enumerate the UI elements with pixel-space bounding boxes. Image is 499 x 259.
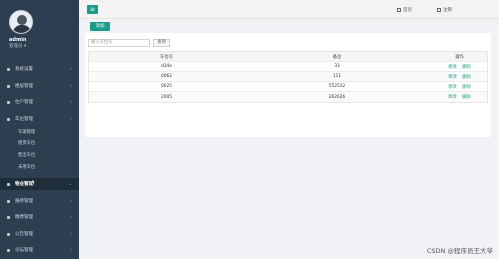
- chevron-left-icon: ‹: [70, 247, 72, 252]
- sidebar-item-label: 公告管理: [15, 232, 33, 237]
- sidebar-item-label: 楼层管理: [15, 84, 33, 89]
- main-content: 添加 输入车位号 查询 车位号 备注 操作 d34e 33 修改 删除 0062…: [79, 19, 499, 259]
- menu-icon: [7, 182, 10, 186]
- mouse-cursor-icon: [31, 179, 36, 186]
- edit-link[interactable]: 修改: [448, 65, 457, 70]
- sidebar-item-label: 论坛管理: [15, 248, 33, 253]
- sidebar-subitem-rented[interactable]: 租赁车位: [0, 138, 79, 148]
- add-button[interactable]: 添加: [90, 22, 110, 31]
- sidebar-item-parking[interactable]: 车位管理 ‹: [0, 113, 79, 125]
- query-button[interactable]: 查询: [153, 39, 170, 47]
- sidebar-item-repair[interactable]: 报修管理 ‹: [0, 195, 79, 207]
- menu-icon: [7, 232, 10, 236]
- cell-space-no: 0025: [161, 84, 172, 89]
- edit-link[interactable]: 修改: [448, 95, 457, 100]
- cell-actions: 修改 删除: [430, 94, 489, 100]
- cell-actions: 修改 删除: [430, 84, 489, 90]
- list-panel: 输入车位号 查询 车位号 备注 操作 d34e 33 修改 删除 0062 11…: [85, 33, 491, 137]
- chevron-left-icon: ‹: [70, 214, 72, 219]
- sidebar: admin 管理员 ▾ 系统设置 ‹ 楼层管理 ‹ 住户管理 ‹ 车位管理 ‹ …: [0, 0, 79, 259]
- table-row: 2005 262626 修改 删除: [89, 92, 487, 102]
- watermark: CSDN @程序员王大爷: [426, 247, 493, 255]
- menu-icon: [7, 199, 10, 203]
- chevron-left-icon: ‹: [70, 198, 72, 203]
- sidebar-subitem-unused[interactable]: 未用车位: [0, 162, 79, 172]
- sidebar-item-announcements[interactable]: 公告管理 ‹: [0, 228, 79, 240]
- search-input[interactable]: 输入车位号: [88, 39, 150, 47]
- cell-space-no: d34e: [161, 64, 172, 69]
- delete-link[interactable]: 删除: [462, 85, 471, 90]
- sidebar-subitem-vehicles[interactable]: 车辆管理: [0, 127, 79, 137]
- sidebar-item-property[interactable]: 物业管理 ⌄: [0, 178, 79, 190]
- chevron-left-icon: ‹: [70, 99, 72, 104]
- column-header: 操作: [455, 54, 464, 60]
- table-header: 车位号 备注 操作: [89, 52, 487, 62]
- column-header: 备注: [332, 54, 342, 60]
- sidebar-item-forum[interactable]: 论坛管理 ‹: [0, 244, 79, 256]
- delete-link[interactable]: 删除: [462, 75, 471, 80]
- chevron-left-icon: ‹: [70, 231, 72, 236]
- sidebar-item-payment[interactable]: 缴费管理 ‹: [0, 211, 79, 223]
- user-profile: admin 管理员 ▾: [0, 0, 79, 56]
- menu-icon: [7, 117, 10, 121]
- cell-actions: 修改 删除: [430, 74, 489, 80]
- home-icon: [397, 8, 401, 12]
- chevron-down-icon: ⌄: [68, 181, 72, 186]
- menu-icon: [7, 100, 10, 104]
- logout-icon: [437, 8, 441, 12]
- menu-toggle-button[interactable]: ≡: [87, 5, 98, 14]
- parking-table: 车位号 备注 操作 d34e 33 修改 删除 0062 111 修改 删除 0…: [88, 51, 488, 103]
- delete-link[interactable]: 删除: [462, 95, 471, 100]
- edit-link[interactable]: 修改: [448, 75, 457, 80]
- chevron-left-icon: ‹: [70, 83, 72, 88]
- sidebar-item-label: 报修管理: [15, 199, 33, 204]
- cell-actions: 修改 删除: [430, 64, 489, 70]
- table-row: 0062 111 修改 删除: [89, 72, 487, 82]
- top-bar: ≡ 首页 注销: [79, 0, 499, 19]
- chevron-left-icon: ‹: [70, 66, 72, 71]
- logout-link[interactable]: 注销: [437, 7, 452, 13]
- sidebar-item-label: 系统设置: [15, 67, 33, 72]
- column-header: 车位号: [160, 54, 173, 60]
- cell-space-no: 0062: [161, 74, 172, 79]
- cell-note: 552522: [328, 84, 346, 89]
- menu-icon: [7, 84, 10, 88]
- sidebar-item-floor[interactable]: 楼层管理 ‹: [0, 80, 79, 92]
- sidebar-item-residents[interactable]: 住户管理 ‹: [0, 96, 79, 108]
- cell-note: 33: [334, 64, 340, 69]
- table-row: d34e 33 修改 删除: [89, 62, 487, 72]
- cell-space-no: 2005: [161, 94, 172, 100]
- sidebar-item-system-settings[interactable]: 系统设置 ‹: [0, 63, 79, 75]
- avatar[interactable]: [9, 10, 33, 34]
- user-role-dropdown[interactable]: 管理员 ▾: [9, 43, 26, 49]
- edit-link[interactable]: 修改: [448, 85, 457, 90]
- chevron-left-icon: ‹: [70, 116, 72, 121]
- cell-note: 111: [332, 74, 342, 79]
- sidebar-subitem-sold[interactable]: 售出车位: [0, 150, 79, 160]
- sidebar-item-label: 车位管理: [15, 117, 33, 122]
- menu-icon: [7, 67, 10, 71]
- sidebar-item-label: 缴费管理: [15, 215, 33, 220]
- home-link[interactable]: 首页: [397, 7, 412, 13]
- menu-icon: [7, 248, 10, 252]
- delete-link[interactable]: 删除: [462, 65, 471, 70]
- table-row: 0025 552522 修改 删除: [89, 82, 487, 92]
- cell-note: 262626: [328, 94, 346, 100]
- sidebar-item-label: 住户管理: [15, 100, 33, 105]
- menu-icon: [7, 215, 10, 219]
